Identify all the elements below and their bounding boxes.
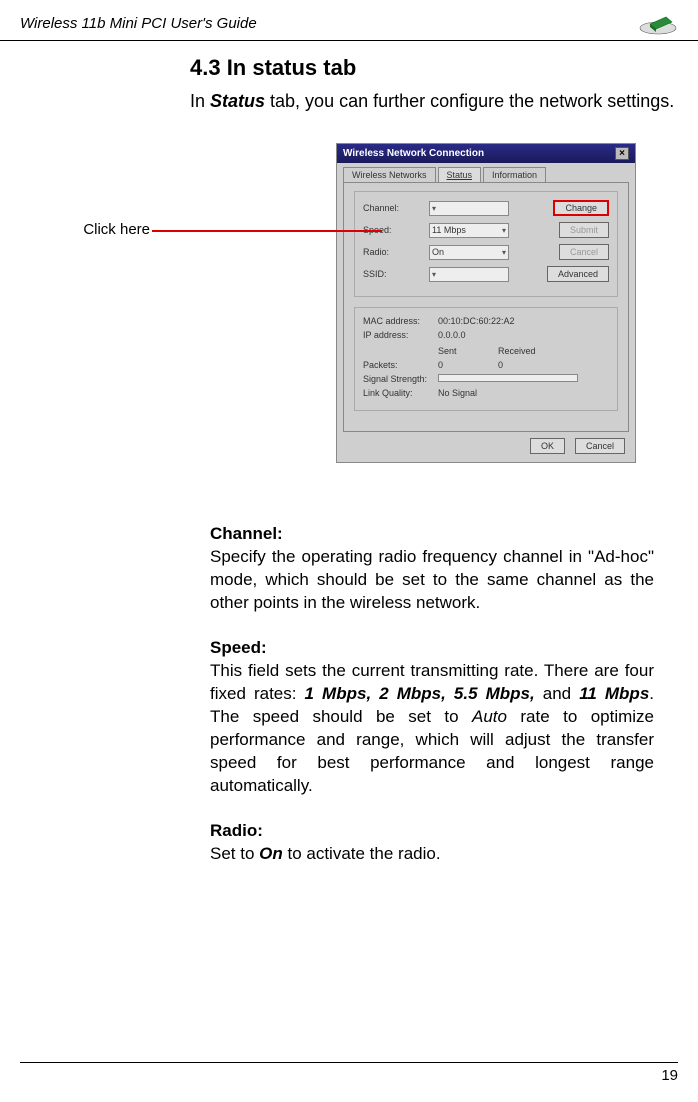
packets-label: Packets: [363, 360, 438, 370]
ssid-label: SSID: [363, 269, 423, 279]
cancel-button-inner[interactable]: Cancel [559, 244, 609, 260]
intro-bold: Status [210, 91, 265, 111]
page-footer: 19 [20, 1062, 678, 1084]
sent-header: Sent [438, 346, 498, 356]
advanced-button[interactable]: Advanced [547, 266, 609, 282]
speed-value: 11 Mbps [432, 225, 466, 235]
tab-information[interactable]: Information [483, 167, 546, 182]
click-here-label: Click here [20, 221, 150, 238]
card-icon [638, 10, 678, 36]
speed-and: and [535, 684, 579, 703]
ok-button[interactable]: OK [530, 438, 565, 454]
info-group: MAC address:00:10:DC:60:22:A2 IP address… [354, 307, 618, 411]
packets-recv: 0 [498, 360, 503, 370]
speed-heading: Speed: [210, 637, 654, 660]
tab-status[interactable]: Status [438, 167, 482, 182]
intro-post: tab, you can further configure the netwo… [265, 91, 674, 111]
channel-heading: Channel: [210, 523, 654, 546]
callout-arrow [152, 230, 382, 232]
page-header: Wireless 11b Mini PCI User's Guide [0, 0, 698, 41]
radio-value: On [432, 247, 444, 257]
speed-rates: 1 Mbps, 2 Mbps, 5.5 Mbps, [305, 684, 535, 703]
radio-heading: Radio: [210, 820, 654, 843]
recv-header: Received [498, 346, 536, 356]
intro-pre: In [190, 91, 210, 111]
close-icon[interactable]: × [615, 147, 629, 160]
change-button[interactable]: Change [553, 200, 609, 216]
dialog-window: Wireless Network Connection × Wireless N… [336, 143, 636, 463]
channel-select[interactable] [429, 201, 509, 216]
radio-post: to activate the radio. [283, 844, 441, 863]
ssid-input[interactable] [429, 267, 509, 282]
radio-pre: Set to [210, 844, 259, 863]
section-title: 4.3 In status tab [190, 55, 678, 81]
radio-select[interactable]: On [429, 245, 509, 260]
dialog-title-text: Wireless Network Connection [343, 148, 484, 159]
dialog-buttons: OK Cancel [337, 432, 635, 462]
ip-value: 0.0.0.0 [438, 330, 466, 340]
speed-last: 11 Mbps [579, 684, 649, 703]
cancel-button[interactable]: Cancel [575, 438, 625, 454]
header-title: Wireless 11b Mini PCI User's Guide [20, 15, 257, 32]
figure-row: Click here Wireless Network Connection ×… [20, 143, 678, 463]
submit-button[interactable]: Submit [559, 222, 609, 238]
link-value: No Signal [438, 388, 477, 398]
settings-group: Channel: Change Speed: 11 Mbps Submit Ra… [354, 191, 618, 297]
page-number: 19 [661, 1067, 678, 1084]
channel-label: Channel: [363, 203, 423, 213]
radio-on: On [259, 844, 283, 863]
tab-wireless-networks[interactable]: Wireless Networks [343, 167, 436, 182]
speed-paragraph: This field sets the current transmitting… [210, 660, 654, 798]
link-label: Link Quality: [363, 388, 438, 398]
mac-value: 00:10:DC:60:22:A2 [438, 316, 515, 326]
radio-label: Radio: [363, 247, 423, 257]
signal-label: Signal Strength: [363, 374, 438, 384]
body-text: Channel: Specify the operating radio fre… [210, 523, 654, 865]
packets-sent: 0 [438, 360, 498, 370]
speed-auto: Auto [472, 707, 507, 726]
section-intro: In Status tab, you can further configure… [190, 89, 678, 113]
speed-select[interactable]: 11 Mbps [429, 223, 509, 238]
mac-label: MAC address: [363, 316, 438, 326]
signal-bar [438, 374, 578, 382]
channel-paragraph: Specify the operating radio frequency ch… [210, 546, 654, 615]
ip-label: IP address: [363, 330, 438, 340]
dialog-titlebar: Wireless Network Connection × [337, 144, 635, 163]
dialog-tabs: Wireless Networks Status Information [343, 167, 629, 182]
radio-paragraph: Set to On to activate the radio. [210, 843, 654, 866]
dialog-panel: Channel: Change Speed: 11 Mbps Submit Ra… [343, 182, 629, 432]
